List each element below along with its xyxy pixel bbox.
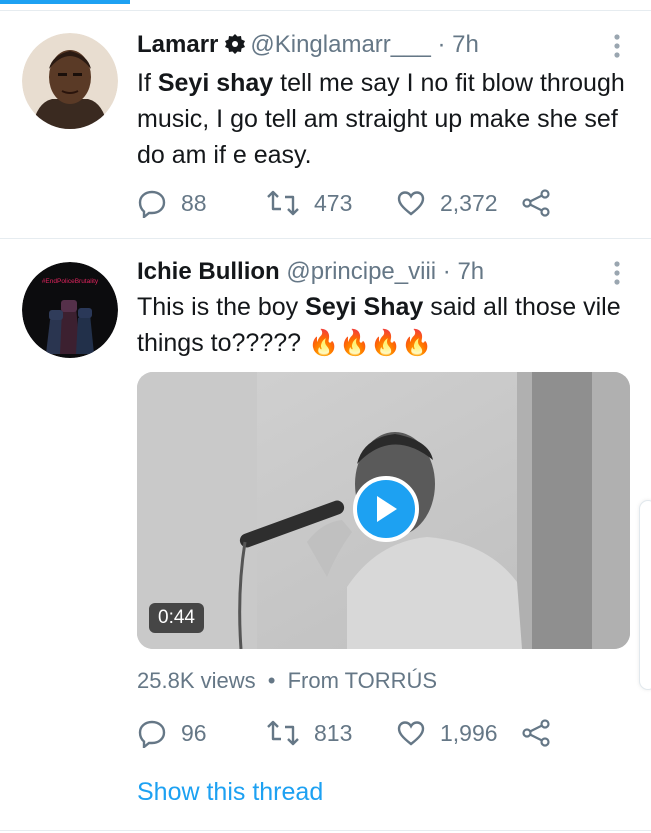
display-name[interactable]: Ichie Bullion: [137, 258, 280, 285]
like-count: 1,996: [440, 719, 498, 746]
video-player[interactable]: 0:44: [137, 372, 630, 649]
play-icon: [377, 496, 397, 522]
video-source[interactable]: From TORRÚS: [288, 668, 438, 693]
video-duration: 0:44: [149, 603, 204, 633]
timestamp[interactable]: · 7h: [443, 258, 484, 285]
tweet-text: If Seyi shay tell me say I no fit blow t…: [137, 69, 625, 169]
tweet-divider: [0, 238, 651, 239]
reply-button[interactable]: 88: [137, 188, 266, 218]
avatar-hashtag-text: #EndPoliceBrutality: [41, 278, 99, 285]
tweet-header: Ichie Bullion @principe_viii · 7h: [137, 257, 629, 287]
more-vertical-icon[interactable]: [605, 32, 629, 62]
bottom-divider: [0, 830, 651, 831]
reply-icon: [138, 190, 166, 218]
top-divider: [0, 10, 651, 11]
like-button[interactable]: 2,372: [396, 189, 521, 217]
mention-seyi-shay: Seyi shay: [157, 69, 274, 97]
video-stats: 25.8K views • From TORRÚS: [137, 668, 437, 694]
retweet-count: 473: [314, 189, 353, 216]
like-icon: [397, 191, 425, 216]
view-count: 25.8K views: [137, 668, 256, 693]
mention-seyi-shay: Seyi Shay: [305, 293, 424, 321]
tweet-actions: 96 813 1,996: [137, 716, 629, 750]
retweet-icon: [267, 720, 299, 746]
side-drawer-handle[interactable]: [639, 500, 651, 690]
reply-button[interactable]: 96: [137, 718, 266, 748]
more-vertical-icon[interactable]: [605, 259, 629, 289]
separator-dot: •: [267, 668, 276, 693]
user-handle[interactable]: @principe_viii: [286, 258, 436, 285]
share-icon: [522, 189, 550, 217]
share-button[interactable]: [521, 188, 565, 218]
like-button[interactable]: 1,996: [396, 719, 521, 747]
reply-count: 96: [181, 719, 207, 746]
retweet-count: 813: [314, 719, 353, 746]
like-count: 2,372: [440, 189, 498, 216]
share-button[interactable]: [521, 718, 565, 748]
reply-icon: [138, 720, 166, 748]
avatar-ichie-bullion[interactable]: #EndPoliceBrutality: [22, 262, 118, 358]
retweet-button[interactable]: 813: [266, 718, 396, 748]
tweet-header: Lamarr @Kinglamarr___ · 7h: [137, 30, 629, 63]
verified-badge-icon: [224, 33, 246, 63]
reply-count: 88: [181, 189, 207, 216]
retweet-button[interactable]: 473: [266, 188, 396, 218]
fire-emoji: 🔥🔥🔥🔥: [307, 329, 433, 357]
play-button[interactable]: [353, 476, 419, 542]
avatar-lamarr[interactable]: [22, 33, 118, 129]
timestamp[interactable]: · 7h: [438, 31, 479, 58]
user-handle[interactable]: @Kinglamarr___: [250, 31, 430, 58]
active-tab-indicator: [0, 0, 130, 4]
display-name[interactable]: Lamarr: [137, 31, 218, 58]
like-icon: [397, 721, 425, 746]
tweet-text: This is the boy Seyi Shay said all those…: [137, 293, 621, 357]
show-thread-link[interactable]: Show this thread: [137, 778, 323, 807]
tweet-actions: 88 473 2,372: [137, 186, 629, 220]
retweet-icon: [267, 190, 299, 216]
share-icon: [522, 719, 550, 747]
